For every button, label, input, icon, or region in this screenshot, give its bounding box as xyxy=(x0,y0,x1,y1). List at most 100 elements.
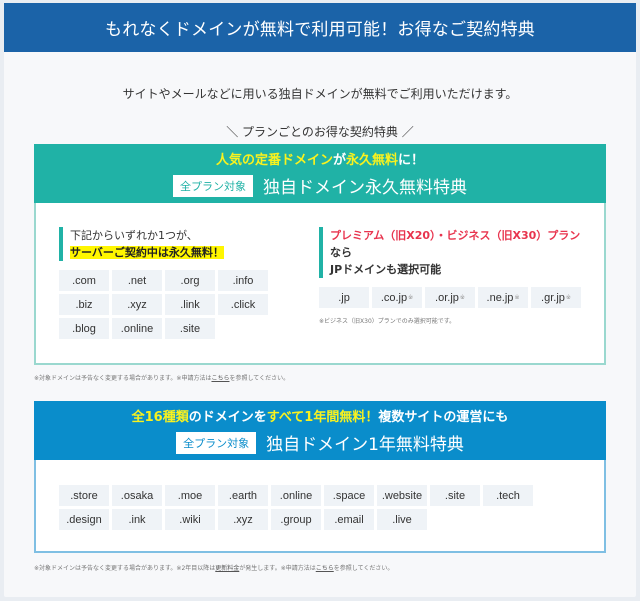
domain-tile: .ink xyxy=(112,509,162,530)
domain-tile: .jp xyxy=(319,287,369,308)
permanent-section-note: ※対象ドメインは予告なく変更する場合があります。※申請方法はこちらを参照してくだ… xyxy=(34,373,289,382)
jp-domains-column: プレミアム（旧X20）・ビジネス（旧X30）プランなら JPドメインも選択可能 … xyxy=(319,227,589,325)
one-year-title-row: 全プラン対象 独自ドメイン1年無料特典 xyxy=(34,430,606,455)
domain-name: .wiki xyxy=(179,513,201,526)
tagline-text: に！ xyxy=(398,153,425,168)
domain-name: .com xyxy=(72,274,96,287)
plan-names: プレミアム（旧X20）・ビジネス（旧X30）プラン xyxy=(330,229,581,242)
domain-name: .info xyxy=(232,274,254,287)
domain-name: .ne.jp xyxy=(486,291,514,304)
domain-tile: .xyz xyxy=(112,294,162,315)
domain-tile: .com xyxy=(59,270,109,291)
domain-name: .store xyxy=(70,489,98,502)
domain-name: .net xyxy=(127,274,147,287)
domain-tile: .blog xyxy=(59,318,109,339)
domain-tile: .or.jp ※ xyxy=(425,287,475,308)
domain-tile: .live xyxy=(377,509,427,530)
domain-name: .link xyxy=(180,298,200,311)
domain-name: .xyz xyxy=(233,513,253,526)
domain-name: .live xyxy=(392,513,412,526)
domain-tile: .space xyxy=(324,485,374,506)
permanent-section-header: 人気の定番ドメインが永久無料に！ 全プラン対象 独自ドメイン永久無料特典 xyxy=(34,144,606,203)
domain-name: .group xyxy=(280,513,312,526)
domain-tile: .earth xyxy=(218,485,268,506)
standard-domains-column: 下記からいずれか1つが、 サーバーご契約中は永久無料！ .com .net .org… xyxy=(59,227,274,339)
domain-name: .earth xyxy=(228,489,258,502)
tagline-highlight: 永久無料 xyxy=(346,153,399,168)
domain-tile: .online xyxy=(271,485,321,506)
page-header: もれなくドメインが無料で利用可能！お得なご契約特典 xyxy=(4,3,636,52)
domain-name: .site xyxy=(179,322,201,335)
one-year-free-domain-section: 全16種類のドメインをすべて1年間無料！複数サイトの運営にも 全プラン対象 独自… xyxy=(34,401,606,553)
lead-line: 下記からいずれか1つが、 xyxy=(70,229,198,242)
domain-name: .online xyxy=(279,489,313,502)
domain-name: .moe xyxy=(177,489,203,502)
domain-tile: .tech xyxy=(483,485,533,506)
permanent-title-row: 全プラン対象 独自ドメイン永久無料特典 xyxy=(34,173,606,198)
domain-name: .gr.jp xyxy=(541,291,565,304)
domain-tile: .store xyxy=(59,485,109,506)
note-mark: ※ xyxy=(408,295,414,301)
tagline-text: のドメインを xyxy=(188,410,267,425)
domain-tile: .osaka xyxy=(112,485,162,506)
domain-tile: .click xyxy=(218,294,268,315)
lead-highlight: サーバーご契約中は永久無料！ xyxy=(70,246,224,259)
domain-tile: .online xyxy=(112,318,162,339)
domain-tile: .group xyxy=(271,509,321,530)
domain-name: .design xyxy=(66,513,102,526)
domain-tile: .website xyxy=(377,485,427,506)
domain-name: .site xyxy=(444,489,466,502)
tagline-text: が xyxy=(332,153,346,168)
note-text: ※対象ドメインは予告なく変更する場合があります。※申請方法は xyxy=(34,375,212,382)
lead-line: JPドメインも選択可能 xyxy=(330,263,442,276)
domain-tile: .info xyxy=(218,270,268,291)
page-title: もれなくドメインが無料で利用可能！お得なご契約特典 xyxy=(105,20,535,40)
domain-tile: .wiki xyxy=(165,509,215,530)
domain-tile: .email xyxy=(324,509,374,530)
domain-name: .online xyxy=(120,322,154,335)
domain-tile: .net xyxy=(112,270,162,291)
domain-name: .jp xyxy=(338,291,350,304)
one-year-domain-list: .store .osaka .moe .earth .online .space .webs… xyxy=(59,485,539,530)
one-year-section-header: 全16種類のドメインをすべて1年間無料！複数サイトの運営にも 全プラン対象 独自… xyxy=(34,401,606,460)
note-mark: ※ xyxy=(565,295,571,301)
domain-name: .co.jp xyxy=(380,291,408,304)
note-text: を参照してください。 xyxy=(333,565,394,572)
jp-footnote: ※ビジネス（旧X30）プランでのみ選択可能です。 xyxy=(319,318,456,325)
domain-name: .biz xyxy=(75,298,93,311)
page-card: もれなくドメインが無料で利用可能！お得なご契約特典 サイトやメールなどに用いる独… xyxy=(4,3,636,597)
domain-name: .click xyxy=(230,298,256,311)
domain-tile: .site xyxy=(165,318,215,339)
application-method-link[interactable]: こちら xyxy=(211,375,229,382)
standard-domain-list: .com .net .org .info .biz .xyz .link .click .blo… xyxy=(59,270,274,339)
domain-name: .email xyxy=(334,513,364,526)
note-text: ※対象ドメインは予告なく変更する場合があります。※2年目以降は xyxy=(34,565,216,572)
domain-tile: .moe xyxy=(165,485,215,506)
tagline-text: 複数サイトの運営にも xyxy=(378,410,509,425)
domain-tile: .site xyxy=(430,485,480,506)
one-year-section-title: 独自ドメイン1年無料特典 xyxy=(266,435,464,455)
domain-name: .space xyxy=(332,489,366,502)
application-method-link[interactable]: こちら xyxy=(316,565,334,572)
jp-domains-lead: プレミアム（旧X20）・ビジネス（旧X30）プランなら JPドメインも選択可能 xyxy=(319,227,589,278)
tagline-highlight: 全16種類 xyxy=(131,410,189,425)
permanent-section-title: 独自ドメイン永久無料特典 xyxy=(263,178,467,198)
domain-name: .ink xyxy=(128,513,146,526)
permanent-tagline: 人気の定番ドメインが永久無料に！ xyxy=(34,149,606,168)
domain-name: .osaka xyxy=(120,489,154,502)
note-mark: ※ xyxy=(459,295,465,301)
permanent-free-domain-section: 人気の定番ドメインが永久無料に！ 全プラン対象 独自ドメイン永久無料特典 下記か… xyxy=(34,144,606,365)
note-text: を参照してください。 xyxy=(229,375,290,382)
domain-tile: .xyz xyxy=(218,509,268,530)
domain-name: .or.jp xyxy=(435,291,459,304)
renewal-fee-link[interactable]: 更新料金 xyxy=(215,565,239,572)
domain-name: .xyz xyxy=(127,298,147,311)
domain-name: .blog xyxy=(72,322,96,335)
note-mark: ※ xyxy=(514,295,520,301)
all-plans-badge: 全プラン対象 xyxy=(176,431,257,454)
domain-tile: .co.jp ※ xyxy=(372,287,422,308)
domain-tile: .org xyxy=(165,270,215,291)
domain-name: .tech xyxy=(496,489,520,502)
tagline-highlight: 人気の定番ドメイン xyxy=(215,153,333,168)
jp-domain-list: .jp .co.jp ※ .or.jp ※ .ne.jp ※ .gr.jp ※ xyxy=(319,287,589,308)
